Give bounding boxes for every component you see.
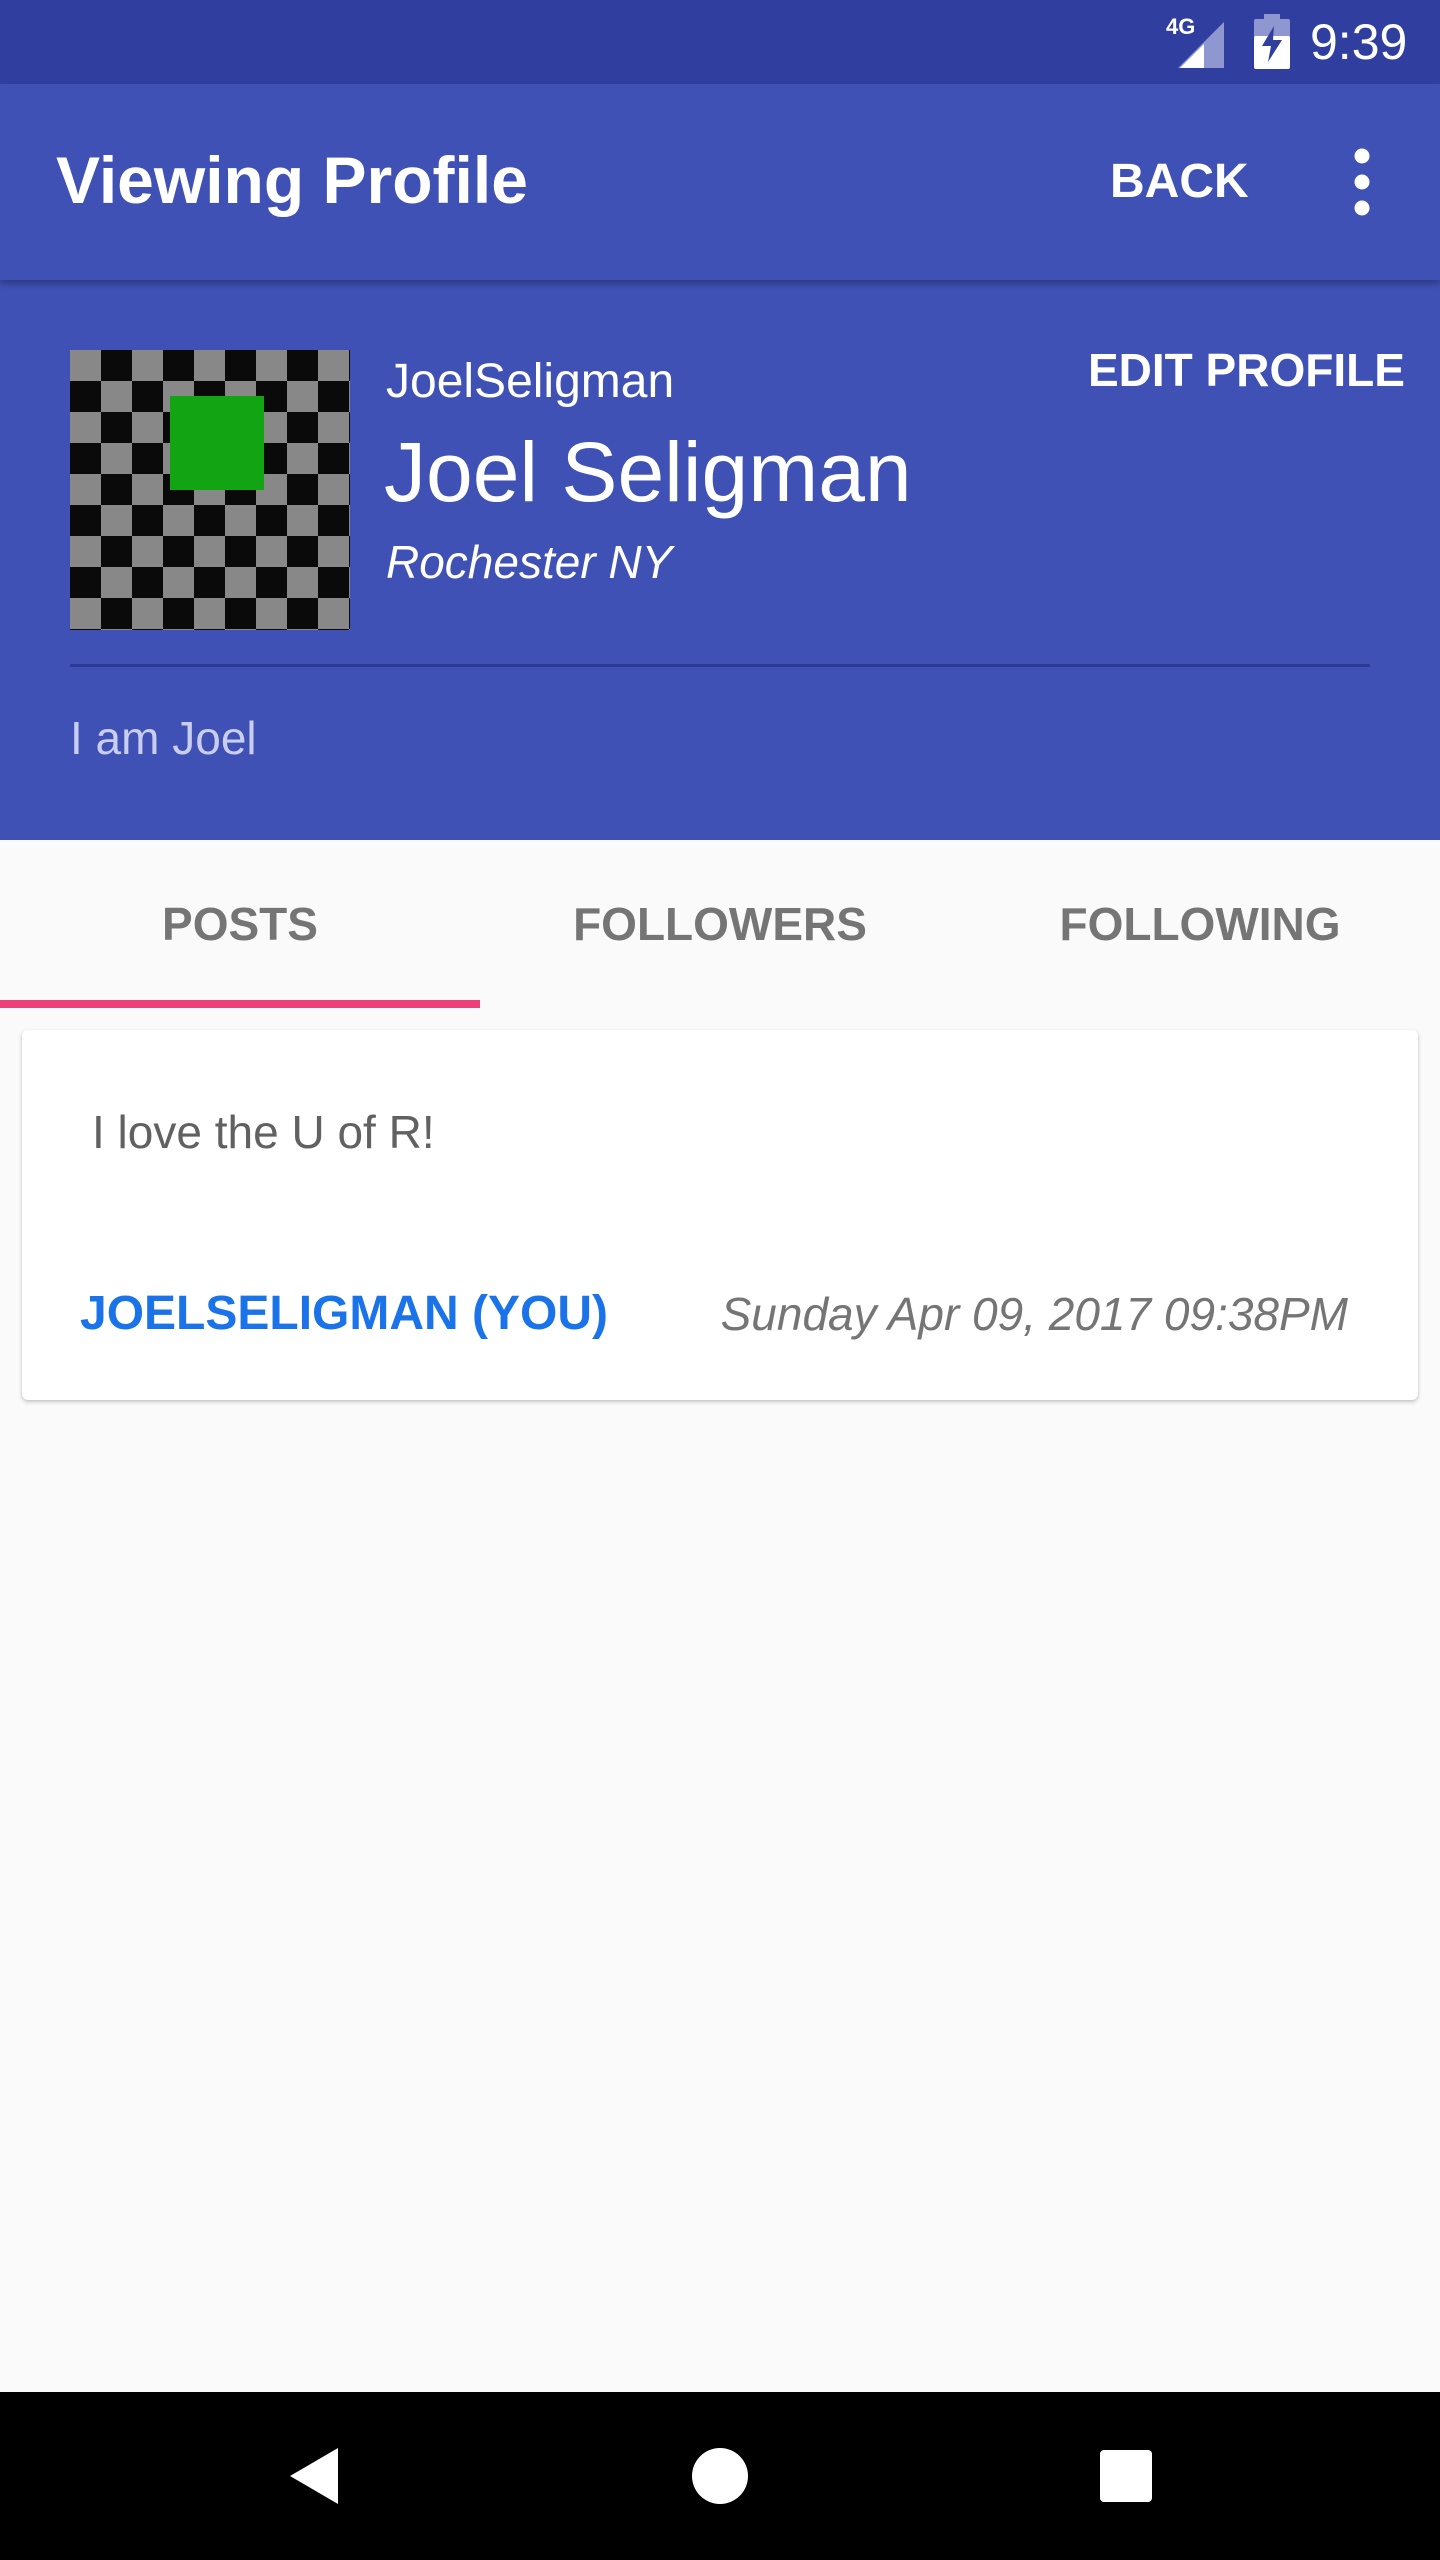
tab-selected-indicator (0, 1000, 480, 1008)
page-title: Viewing Profile (56, 143, 528, 217)
tab-posts[interactable]: POSTS (0, 840, 480, 1008)
status-time: 9:39 (1310, 14, 1408, 70)
network-signal-icon: 4G (1166, 14, 1226, 68)
tab-followers[interactable]: FOLLOWERS (480, 840, 960, 1008)
profile-full-name: Joel Seligman (384, 425, 912, 519)
header-divider (70, 664, 1370, 667)
edit-profile-button[interactable]: EDIT PROFILE (1088, 332, 1405, 408)
profile-username: JoelSeligman (386, 355, 675, 408)
back-button[interactable]: BACK (1110, 144, 1249, 220)
nav-recents-icon[interactable] (1086, 2436, 1166, 2516)
avatar (70, 350, 350, 630)
post-date: Sunday Apr 09, 2017 09:38PM (720, 1288, 1348, 1340)
tab-following[interactable]: FOLLOWING (960, 840, 1440, 1008)
more-vert-icon[interactable] (1336, 140, 1388, 224)
nav-home-icon[interactable] (680, 2436, 760, 2516)
battery-charging-icon (1252, 14, 1292, 70)
profile-tabs: POSTS FOLLOWERS FOLLOWING (0, 840, 1440, 1008)
post-card[interactable]: I love the U of R! JOELSELIGMAN (YOU) Su… (22, 1030, 1418, 1400)
profile-header: JoelSeligman Joel Seligman Rochester NY … (0, 280, 1440, 840)
status-bar: 4G 9:39 (0, 0, 1440, 84)
profile-location: Rochester NY (386, 536, 673, 588)
app-bar: Viewing Profile BACK (0, 84, 1440, 280)
post-author-link[interactable]: JOELSELIGMAN (YOU) (80, 1284, 608, 1344)
nav-back-icon[interactable] (276, 2436, 356, 2516)
post-text: I love the U of R! (92, 1106, 435, 1158)
system-nav-bar (0, 2392, 1440, 2560)
avatar-center-square (170, 396, 264, 490)
profile-bio: I am Joel (70, 712, 257, 764)
